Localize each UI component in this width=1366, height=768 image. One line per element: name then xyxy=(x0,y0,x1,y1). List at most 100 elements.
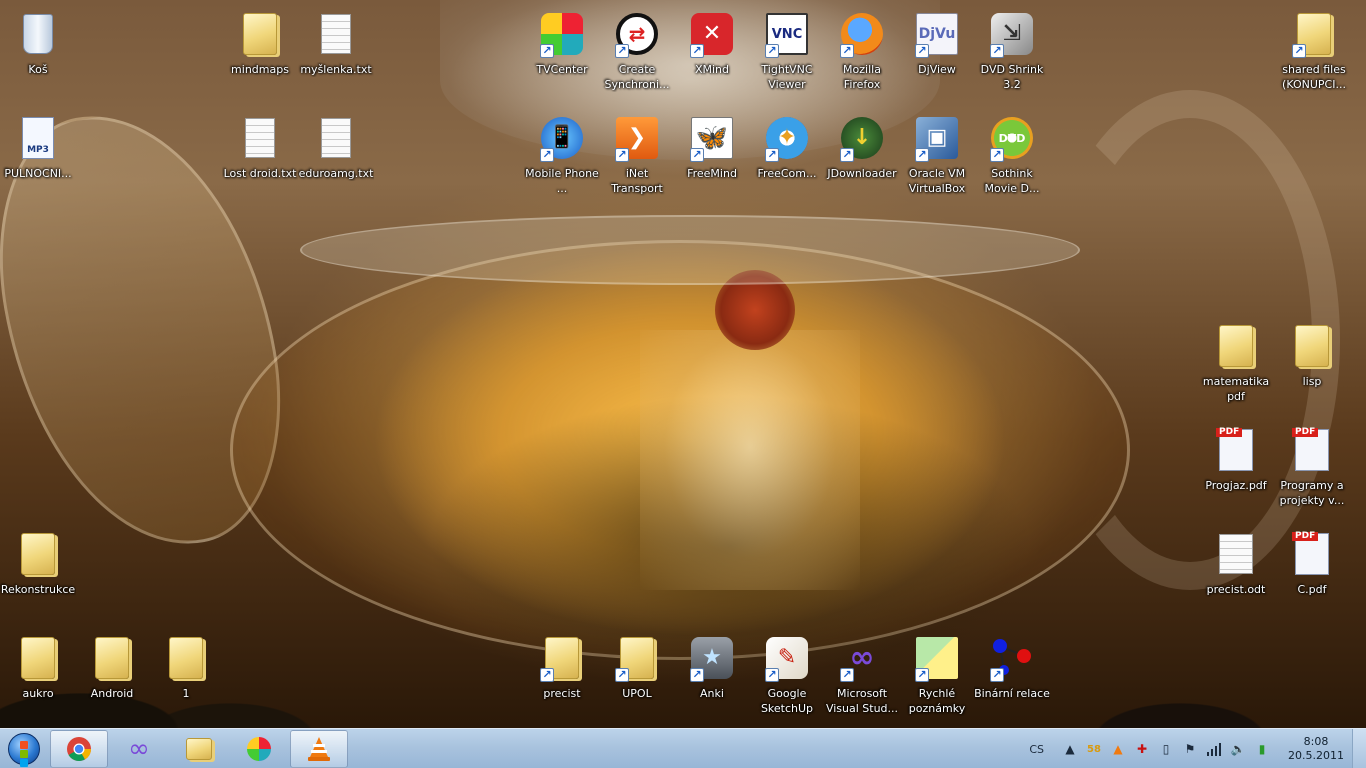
desktop-icon-myslenka[interactable]: myšlenka.txt xyxy=(298,4,374,94)
tray-badge-icon[interactable]: 58 xyxy=(1084,739,1104,759)
shortcut-arrow-icon: ↗ xyxy=(540,44,554,58)
mp3-file-icon: MP3 xyxy=(22,117,54,159)
icon-label: Anki xyxy=(700,687,724,700)
icon-label: iNet Transport xyxy=(611,167,663,195)
battery-icon[interactable]: ▮ xyxy=(1252,739,1272,759)
desktop-icon-lost-droid[interactable]: Lost droid.txt xyxy=(222,108,298,198)
icon-label: Microsoft Visual Stud... xyxy=(825,687,899,715)
desktop-icon-rekonstrukce[interactable]: Rekonstrukce xyxy=(0,524,76,614)
desktop-icon-xmind[interactable]: ✕ ↗ XMind xyxy=(674,4,750,94)
shortcut-arrow-icon: ↗ xyxy=(765,44,779,58)
clock[interactable]: 8:08 20.5.2011 xyxy=(1280,735,1352,763)
vlc-icon xyxy=(308,736,330,761)
desktop-icon-freemind[interactable]: 🦋 ↗ FreeMind xyxy=(674,108,750,198)
network-icon[interactable] xyxy=(1204,739,1224,759)
icon-label: precist xyxy=(543,687,581,700)
desktop-icon-aukro[interactable]: aukro xyxy=(0,628,76,718)
icon-label: TightVNC Viewer xyxy=(761,63,813,91)
desktop-icon-shared-files[interactable]: ↗ shared files (KONUPCI... xyxy=(1276,4,1352,94)
icon-label: Create Synchroni... xyxy=(604,63,670,91)
desktop-icon-mindmaps[interactable]: mindmaps xyxy=(222,4,298,94)
device-tray-icon[interactable]: ▯ xyxy=(1156,739,1176,759)
desktop-icon-upol[interactable]: ↗ UPOL xyxy=(599,628,675,718)
desktop-icon-matematika[interactable]: matematika pdf xyxy=(1198,316,1274,406)
show-desktop-button[interactable] xyxy=(1352,729,1366,768)
taskbar-explorer-button[interactable] xyxy=(170,730,228,768)
icon-label: aukro xyxy=(22,687,54,700)
folder-icon xyxy=(21,533,55,575)
desktop-icon-tightvnc[interactable]: VNC ↗ TightVNC Viewer xyxy=(749,4,825,94)
desktop-icon-djview[interactable]: DjVu ↗ DjView xyxy=(899,4,975,94)
desktop-icon-visual-studio[interactable]: ∞ ↗ Microsoft Visual Stud... xyxy=(824,628,900,718)
desktop-icon-programy[interactable]: Programy a projekty v... xyxy=(1274,420,1350,510)
language-indicator[interactable]: CS xyxy=(1029,743,1044,756)
icon-label: precist.odt xyxy=(1206,583,1266,596)
desktop-icon-binarni-relace[interactable]: ↗ Binární relace xyxy=(974,628,1050,718)
icon-label: PULNOCNI... xyxy=(4,167,72,180)
taskbar-tvcenter-button[interactable] xyxy=(230,730,288,768)
desktop-icon-sothink[interactable]: DVD ↗ Sothink Movie D... xyxy=(974,108,1050,198)
shortcut-arrow-icon: ↗ xyxy=(990,44,1004,58)
text-file-icon xyxy=(321,14,351,54)
pdf-file-icon xyxy=(1292,532,1329,575)
taskbar-chrome-button[interactable] xyxy=(50,729,108,768)
desktop-icon-recycle-bin[interactable]: Koš xyxy=(0,4,76,94)
folder-icon xyxy=(1219,325,1253,367)
text-file-icon xyxy=(245,118,275,158)
shortcut-arrow-icon: ↗ xyxy=(765,148,779,162)
desktop-icon-freecom[interactable]: ✦ ↗ FreeCom... xyxy=(749,108,825,198)
desktop-icon-create-sync[interactable]: ⇄ ↗ Create Synchroni... xyxy=(599,4,675,94)
shortcut-arrow-icon: ↗ xyxy=(615,668,629,682)
shortcut-arrow-icon: ↗ xyxy=(615,44,629,58)
desktop-icon-virtualbox[interactable]: ▣ ↗ Oracle VM VirtualBox xyxy=(899,108,975,198)
shortcut-arrow-icon: ↗ xyxy=(915,668,929,682)
recycle-bin-icon xyxy=(23,14,53,54)
desktop-icon-firefox[interactable]: ↗ Mozilla Firefox xyxy=(824,4,900,94)
icon-label: Progjaz.pdf xyxy=(1205,479,1267,492)
desktop-icon-progjaz[interactable]: Progjaz.pdf xyxy=(1198,420,1274,510)
taskbar-visual-studio-button[interactable]: ∞ xyxy=(110,730,168,768)
desktop-icon-anki[interactable]: ★ ↗ Anki xyxy=(674,628,750,718)
document-icon xyxy=(1219,534,1253,574)
icon-label: Google SketchUp xyxy=(760,687,814,715)
desktop-icon-1[interactable]: 1 xyxy=(148,628,224,718)
desktop-icon-precist[interactable]: ↗ precist xyxy=(524,628,600,718)
folder-icon xyxy=(169,637,203,679)
start-button[interactable] xyxy=(0,729,48,768)
icon-label: Mozilla Firefox xyxy=(843,63,881,91)
icon-label: Programy a projekty v... xyxy=(1279,479,1345,507)
pdf-file-icon xyxy=(1292,428,1329,471)
volume-icon[interactable]: 🔈 xyxy=(1228,739,1248,759)
system-tray: CS ▲ 58 ▲ ✚ ▯ ⚑ 🔈 ▮ 8:08 20.5.2011 xyxy=(1029,729,1366,768)
desktop-icon-jdownloader[interactable]: ↓ ↗ JDownloader xyxy=(824,108,900,198)
icon-label: JDownloader xyxy=(827,167,897,180)
pdf-file-icon xyxy=(1216,428,1253,471)
desktop-icon-mobile-phone[interactable]: 📱 ↗ Mobile Phone ... xyxy=(524,108,600,198)
flag-icon[interactable]: ⚑ xyxy=(1180,739,1200,759)
desktop-icon-tvcenter[interactable]: ↗ TVCenter xyxy=(524,4,600,94)
desktop-icon-rychle-poznamky[interactable]: ↗ Rychlé poznámky xyxy=(899,628,975,718)
shortcut-arrow-icon: ↗ xyxy=(765,668,779,682)
shortcut-arrow-icon: ↗ xyxy=(690,44,704,58)
desktop-icon-pulnocni[interactable]: MP3 PULNOCNI... xyxy=(0,108,76,198)
shortcut-arrow-icon: ↗ xyxy=(915,148,929,162)
desktop-icon-eduroamg[interactable]: eduroamg.txt xyxy=(298,108,374,198)
folder-icon xyxy=(1295,325,1329,367)
desktop-icon-precist-odt[interactable]: precist.odt xyxy=(1198,524,1274,614)
desktop-icon-dvdshrink[interactable]: ⇲ ↗ DVD Shrink 3.2 xyxy=(974,4,1050,94)
tvcenter-icon xyxy=(247,736,271,761)
desktop-icon-sketchup[interactable]: ✎ ↗ Google SketchUp xyxy=(749,628,825,718)
vlc-tray-icon[interactable]: ▲ xyxy=(1108,739,1128,759)
desktop-icon-android[interactable]: Android xyxy=(74,628,150,718)
icon-label: Android xyxy=(90,687,134,700)
desktop-icon-inet-transport[interactable]: ❯ ↗ iNet Transport xyxy=(599,108,675,198)
show-hidden-icons-button[interactable]: ▲ xyxy=(1060,739,1080,759)
desktop-icon-lisp[interactable]: lisp xyxy=(1274,316,1350,406)
shortcut-arrow-icon: ↗ xyxy=(840,148,854,162)
desktop-icon-c-pdf[interactable]: C.pdf xyxy=(1274,524,1350,614)
icon-label: FreeCom... xyxy=(757,167,817,180)
icon-label: DjView xyxy=(918,63,956,76)
taskbar-vlc-button[interactable] xyxy=(290,729,348,768)
tray-red-cross-icon[interactable]: ✚ xyxy=(1132,739,1152,759)
icon-label: eduroamg.txt xyxy=(298,167,374,180)
